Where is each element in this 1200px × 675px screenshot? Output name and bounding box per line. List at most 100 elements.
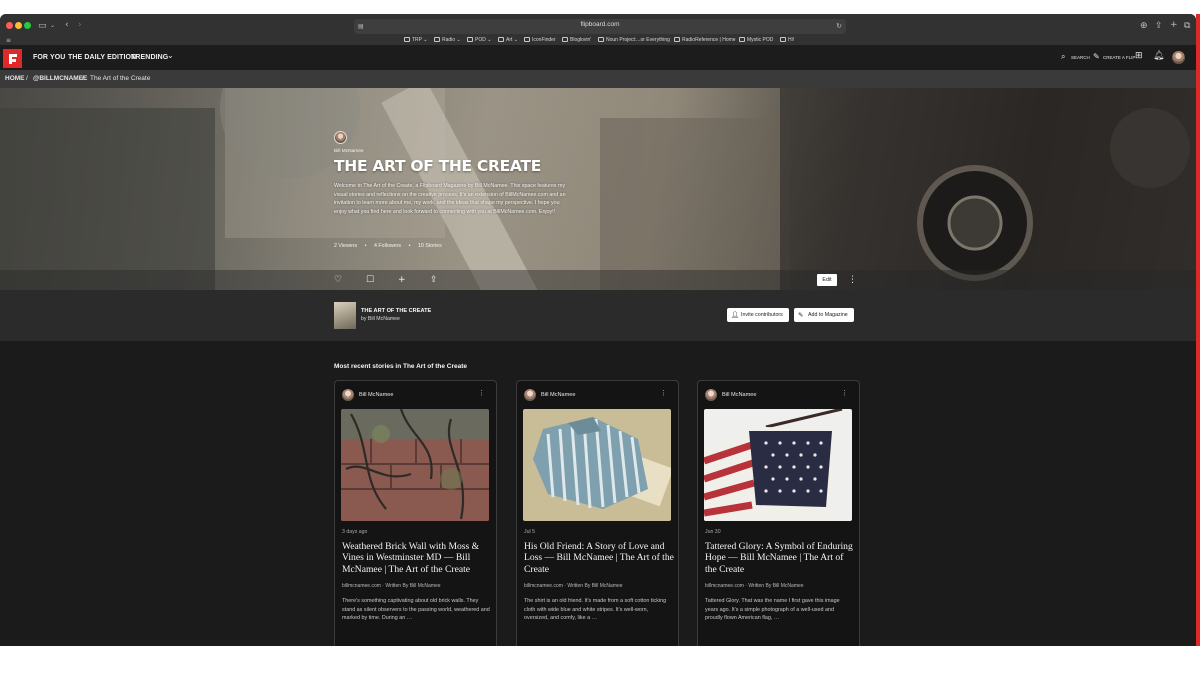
owner-name[interactable]: Bill McNamee [334, 149, 364, 154]
more-options-icon[interactable]: ⋮ [848, 275, 857, 285]
share-icon[interactable]: ⇪ [430, 275, 438, 285]
breadcrumb-current: The Art of the Create [90, 75, 151, 82]
edit-button[interactable]: Edit [817, 274, 837, 286]
bookmark-folder[interactable]: TRP ⌄ [404, 37, 428, 43]
download-icon[interactable]: ⊕ [1140, 21, 1148, 31]
owner-avatar[interactable] [334, 131, 347, 144]
bookmark-link[interactable]: Mystic POD [739, 37, 773, 43]
bookmark-icon [739, 37, 745, 42]
search-link[interactable]: SEARCH [1071, 55, 1090, 60]
stat-separator: • [364, 243, 367, 249]
heart-icon[interactable]: ♡ [334, 275, 342, 285]
story-excerpt: There's something captivating about old … [342, 598, 490, 622]
author-avatar[interactable] [705, 389, 717, 401]
story-card[interactable]: Bill McNamee ⋮ Jul 5 His Old Friend: A S… [516, 380, 679, 646]
zoom-window-button[interactable] [24, 22, 31, 29]
story-source[interactable]: billmcnamee.com · Written By Bill McName… [342, 583, 441, 589]
bookmark-label: Noun Project:...or Everything [606, 37, 670, 43]
story-title[interactable]: His Old Friend: A Story of Love and Loss… [524, 541, 674, 575]
bookmark-folder[interactable]: Radio ⌄ [434, 37, 461, 43]
flipboard-logo[interactable] [3, 49, 22, 68]
folder-icon [467, 37, 473, 42]
close-window-button[interactable] [6, 22, 13, 29]
brick-wall-photo [341, 409, 489, 521]
create-flip-icon[interactable]: ✎ [1093, 52, 1100, 61]
story-title[interactable]: Weathered Brick Wall with Moss & Vines i… [342, 541, 492, 575]
minimize-window-button[interactable] [15, 22, 22, 29]
forward-icon[interactable]: › [78, 20, 82, 30]
viewers-count: 2 Viewers [334, 243, 358, 249]
window-edge-accent [1196, 14, 1200, 646]
bookmark-folder[interactable]: POD ⌄ [467, 37, 491, 43]
bookmark-label: RadioReference | Home [682, 37, 736, 43]
story-author[interactable]: Bill McNamee [722, 392, 757, 398]
site-nav: FOR YOU THE DAILY EDITION TRENDING ⌄ ⌕ S… [0, 46, 1196, 70]
american-flag-photo [704, 409, 852, 521]
address-bar[interactable]: ▤ flipboard.com ↻ [354, 19, 846, 34]
nav-daily-edition[interactable]: THE DAILY EDITION [68, 54, 136, 61]
grid-icon[interactable]: ⊞ [1135, 51, 1143, 61]
followers-count[interactable]: 4 Followers [374, 243, 401, 249]
bookmark-label: Bloglovin' [570, 37, 592, 43]
bookmark-label: IconFinder [532, 37, 556, 43]
logo-f-mark [9, 54, 17, 64]
bookmark-link[interactable]: RadioReference | Home [674, 37, 736, 43]
story-title[interactable]: Tattered Glory: A Symbol of Enduring Hop… [705, 541, 855, 575]
bookmark-label: Mystic POD [747, 37, 774, 43]
story-card[interactable]: Bill McNamee ⋮ Jun 30 Tattered Glory: A … [697, 380, 860, 646]
bookmark-label: Hi! [788, 37, 795, 43]
story-image[interactable] [341, 409, 489, 521]
magazine-hero: Bill McNamee THE ART OF THE CREATE Welco… [0, 88, 1196, 290]
more-options-icon[interactable]: ⋮ [478, 389, 485, 397]
story-image[interactable] [704, 409, 852, 521]
magazine-bar-title[interactable]: THE ART OF THE CREATE [361, 308, 431, 314]
author-avatar[interactable] [524, 389, 536, 401]
breadcrumb-user[interactable]: @BILLMCNAMEE [33, 75, 87, 82]
search-icon[interactable]: ⌕ [1061, 52, 1065, 62]
invite-contributors-button[interactable]: 👤︎ Invite contributors [727, 308, 789, 322]
back-icon[interactable]: ‹ [65, 20, 69, 30]
bookmark-link[interactable]: Hi! [780, 37, 794, 43]
story-author[interactable]: Bill McNamee [541, 392, 576, 398]
tab-overview-icon[interactable]: ⧉ [1184, 21, 1190, 31]
breadcrumb-separator: / [26, 75, 28, 82]
nav-for-you[interactable]: FOR YOU [33, 54, 65, 61]
bookmark-link[interactable]: IconFinder [524, 37, 556, 43]
share-icon[interactable]: ⇪ [1155, 21, 1163, 31]
bookmark-link[interactable]: Noun Project:...or Everything [598, 37, 670, 43]
comment-icon[interactable]: ☐ [366, 275, 374, 285]
chevron-down-icon[interactable]: ⌄ [50, 21, 55, 31]
user-avatar[interactable] [1172, 51, 1185, 64]
bookmarks-bar: TRP ⌄ Radio ⌄ POD ⌄ Art ⌄ IconFinder Blo… [0, 35, 1196, 46]
story-source[interactable]: billmcnamee.com · Written By Bill McName… [705, 583, 804, 589]
story-card[interactable]: Bill McNamee ⋮ 3 days ago Weathered Bric… [334, 380, 497, 646]
stories-count: 10 Stories [417, 243, 442, 249]
bookmark-folder[interactable]: Art ⌄ [498, 37, 518, 43]
breadcrumb-separator: / [82, 75, 84, 82]
add-to-magazine-button[interactable]: ✎ Add to Magazine [794, 308, 854, 322]
bookmark-label: Radio [442, 37, 456, 43]
add-icon[interactable]: + [398, 275, 406, 285]
more-options-icon[interactable]: ⋮ [841, 389, 848, 397]
bookmark-link[interactable]: Bloglovin' [562, 37, 591, 43]
hero-overlay [0, 88, 1196, 290]
magazine-byline[interactable]: by Bill McNamee [361, 316, 400, 322]
story-image[interactable] [523, 409, 671, 521]
browser-window: ▭ ⌄ ‹ › ≡ ▤ flipboard.com ↻ ⊕ ⇪ + ⧉ TRP … [0, 14, 1196, 646]
more-options-icon[interactable]: ⋮ [660, 389, 667, 397]
author-avatar[interactable] [342, 389, 354, 401]
folder-icon [404, 37, 410, 42]
chevron-down-icon[interactable]: ⌄ [167, 51, 174, 60]
add-to-magazine-label: Add to Magazine [808, 312, 848, 318]
new-tab-icon[interactable]: + [1170, 20, 1178, 30]
nav-trending[interactable]: TRENDING [131, 54, 168, 61]
reload-icon[interactable]: ↻ [836, 21, 842, 31]
magazine-thumbnail[interactable] [334, 302, 356, 329]
story-source[interactable]: billmcnamee.com · Written By Bill McName… [524, 583, 623, 589]
moss-patch [440, 468, 462, 490]
notification-bell-icon[interactable]: 🔔︎ [1153, 51, 1164, 61]
story-author[interactable]: Bill McNamee [359, 392, 394, 398]
breadcrumb-home[interactable]: HOME [5, 75, 25, 82]
sidebar-toggle-icon[interactable]: ▭ [38, 21, 47, 31]
create-flip-link[interactable]: CREATE A FLIP [1103, 55, 1135, 60]
